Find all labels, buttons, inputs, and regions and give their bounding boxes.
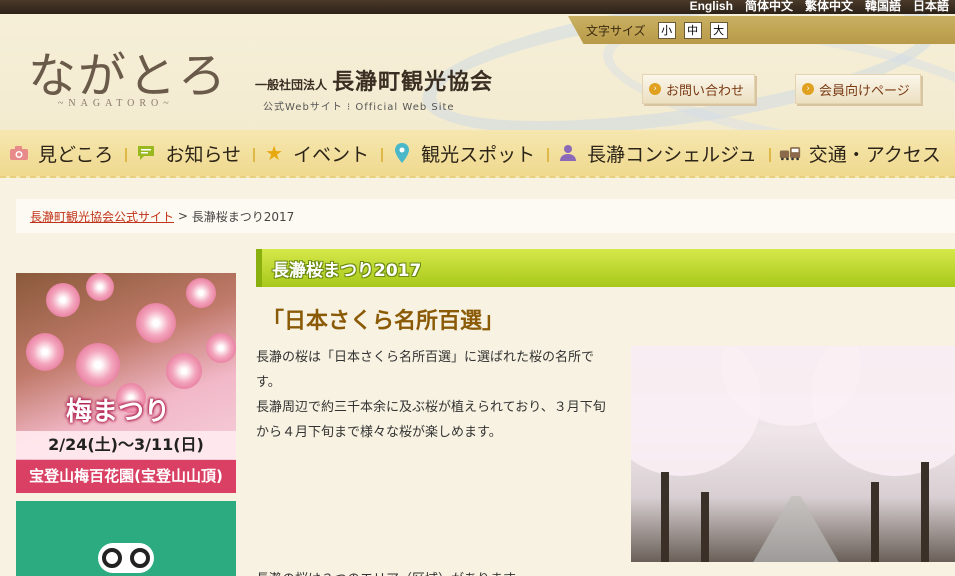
nav-label: イベント	[293, 143, 370, 166]
star-icon: ★	[265, 141, 284, 165]
nav-item-events[interactable]: ★ イベント	[253, 130, 383, 176]
members-page-button-label: 会員向けページ	[819, 83, 910, 99]
font-size-large-button[interactable]: 大	[709, 21, 728, 39]
article-paragraph-partial: 長瀞の桜は３つのエリア（区域）があります。	[256, 568, 528, 576]
lang-link-korean[interactable]: 韓国語	[865, 0, 901, 13]
nav-item-highlights[interactable]: 見どころ	[0, 130, 127, 176]
page-title-bar: 長瀞桜まつり2017	[256, 249, 955, 287]
tree-trunk	[871, 482, 879, 562]
nav-item-spots[interactable]: 観光スポット	[381, 130, 549, 176]
blossom-decoration	[166, 353, 202, 389]
tree-trunk	[921, 462, 929, 562]
road-shape	[751, 496, 841, 562]
official-site-label: 公式Webサイト ⁝ Official Web Site	[263, 102, 455, 113]
blossom-decoration	[76, 343, 120, 387]
blossom-decoration	[186, 278, 216, 308]
lang-link-japanese[interactable]: 日本語	[913, 0, 949, 13]
nav-label: 長瀞コンシェルジュ	[587, 143, 757, 166]
ume-festival-date: 2/24(土)～3/11(日)	[16, 431, 236, 459]
lang-link-traditional-chinese[interactable]: 繁体中文	[805, 0, 853, 13]
organization-title: 長瀞町観光協会	[332, 69, 494, 95]
blossom-decoration	[46, 283, 80, 317]
article-body: 長瀞の桜は「日本さくら名所百選」に選ばれた桜の名所です。 長瀞周辺で約三千本余に…	[256, 345, 616, 445]
site-logo[interactable]: ながとろ	[28, 36, 228, 106]
contact-button[interactable]: › お問い合わせ	[642, 74, 756, 104]
chat-icon	[135, 144, 157, 162]
ume-festival-title: 梅まつり	[66, 397, 171, 427]
blossom-decoration	[136, 303, 176, 343]
section-heading: 「日本さくら名所百選」	[262, 309, 505, 334]
font-size-small-button[interactable]: 小	[657, 21, 676, 39]
organization-prefix: 一般社団法人	[255, 78, 328, 92]
members-page-button[interactable]: › 会員向けページ	[795, 74, 921, 104]
breadcrumb-separator: >	[174, 209, 192, 223]
owl-logo-icon	[98, 543, 154, 573]
nav-label: 観光スポット	[421, 143, 536, 166]
page-title: 長瀞桜まつり2017	[272, 260, 422, 281]
transport-icon	[779, 144, 801, 162]
blossom-decoration	[26, 333, 64, 371]
article-paragraph: 長瀞の桜は「日本さくら名所百選」に選ばれた桜の名所です。	[256, 350, 595, 390]
nav-item-concierge[interactable]: 長瀞コンシェルジュ	[547, 130, 771, 176]
map-pin-icon	[391, 143, 413, 163]
organization-name: 一般社団法人 長瀞町観光協会	[255, 64, 493, 96]
nav-label: 交通・アクセス	[808, 143, 941, 166]
nav-item-news[interactable]: お知らせ	[125, 130, 255, 176]
breadcrumb: 長瀞町観光協会公式サイト > 長瀞桜まつり2017	[16, 199, 955, 233]
article-paragraph: 長瀞周辺で約三千本余に及ぶ桜が植えられており、３月下旬から４月下旬まで様々な桜が…	[256, 400, 606, 440]
language-links: English 简体中文 繁体中文 韓国語 日本語	[690, 0, 949, 13]
font-size-label: 文字サイズ	[586, 23, 646, 38]
tree-trunk	[661, 472, 669, 562]
font-size-control: 文字サイズ 小 中 大	[568, 16, 955, 44]
lang-link-english[interactable]: English	[690, 0, 733, 13]
font-size-medium-button[interactable]: 中	[683, 21, 702, 39]
blossom-decoration	[86, 273, 114, 301]
ume-festival-banner[interactable]: 梅まつり 2/24(土)～3/11(日) 宝登山梅百花園(宝登山山頂)	[16, 273, 236, 493]
nav-item-access[interactable]: 交通・アクセス	[768, 130, 955, 176]
arrow-right-icon: ›	[649, 83, 661, 95]
language-bar: English 简体中文 繁体中文 韓国語 日本語	[0, 0, 955, 14]
tripadvisor-banner[interactable]	[16, 501, 236, 576]
breadcrumb-home-link[interactable]: 長瀞町観光協会公式サイト	[30, 208, 174, 225]
nav-label: 見どころ	[38, 143, 114, 166]
cherry-blossom-photo	[631, 346, 955, 562]
ume-festival-place: 宝登山梅百花園(宝登山山頂)	[16, 460, 236, 493]
tree-trunk	[701, 492, 709, 562]
blossom-decoration	[206, 333, 236, 363]
arrow-right-icon: ›	[802, 83, 814, 95]
camera-icon	[8, 144, 30, 162]
nav-label: お知らせ	[165, 143, 242, 166]
contact-button-label: お問い合わせ	[666, 83, 745, 99]
lang-link-simplified-chinese[interactable]: 简体中文	[745, 0, 793, 13]
site-header: ながとろ ~NAGATORO~ 一般社団法人 長瀞町観光協会 公式Webサイト …	[0, 14, 955, 130]
main-navigation: 見どころ お知らせ ★ イベント 観光スポット 長瀞コンシェルジュ 交通・アクセ…	[0, 130, 955, 178]
concierge-icon	[557, 144, 579, 162]
site-logo-subtitle: ~NAGATORO~	[58, 98, 174, 109]
breadcrumb-current: 長瀞桜まつり2017	[191, 209, 295, 224]
